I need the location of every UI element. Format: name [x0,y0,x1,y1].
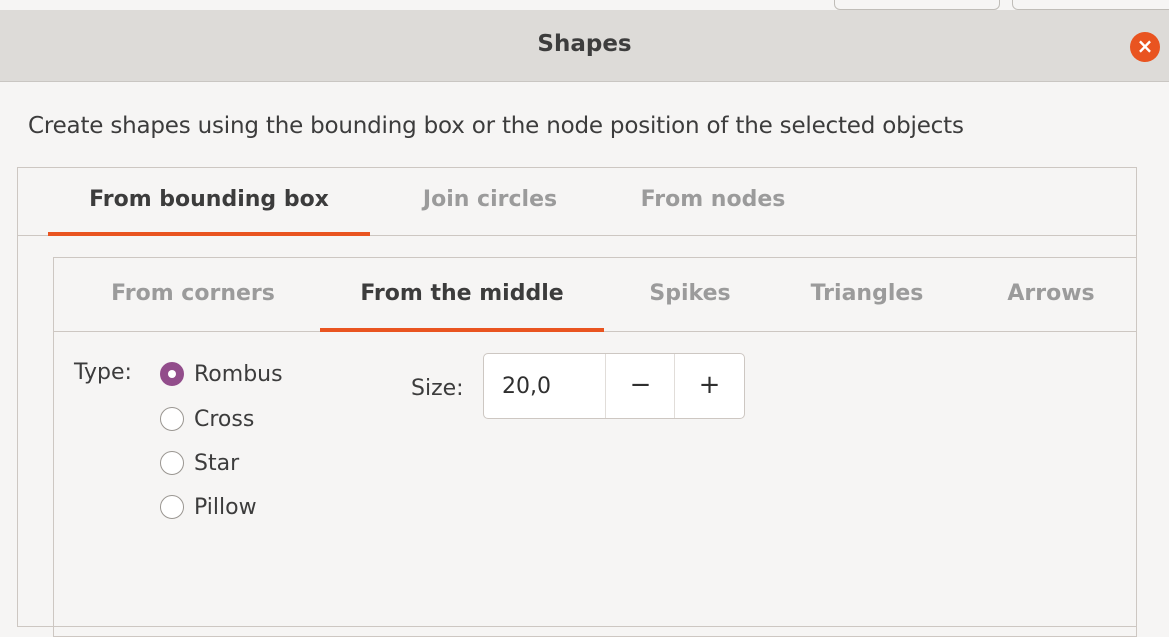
type-label: Type: [74,360,132,385]
decrement-button[interactable]: − [605,354,675,418]
size-label: Size: [411,376,464,401]
size-input[interactable]: 20,0 [502,374,551,399]
parent-window-button[interactable] [834,0,1000,10]
outer-notebook: From bounding box Join circles From node… [17,167,1137,637]
tab-spikes[interactable]: Spikes [624,258,756,332]
radio-pillow[interactable]: Pillow [160,491,257,523]
radio-cross[interactable]: Cross [160,403,254,435]
inner-tab-bar: From corners From the middle Spikes Tria… [54,258,1136,332]
size-spinbutton[interactable]: 20,0 − + [483,353,745,419]
radio-label: Star [194,450,240,476]
tab-from-corners[interactable]: From corners [78,258,308,332]
dialog-titlebar: Shapes × [0,10,1169,82]
tab-from-the-middle[interactable]: From the middle [320,258,604,332]
radio-label: Cross [194,406,255,432]
dialog-description: Create shapes using the bounding box or … [28,113,964,139]
tab-from-bounding-box[interactable]: From bounding box [48,168,370,236]
dialog-title: Shapes [537,31,632,57]
tab-join-circles[interactable]: Join circles [390,168,590,236]
inner-notebook: From corners From the middle Spikes Tria… [53,257,1137,637]
increment-button[interactable]: + [674,354,744,418]
radio-rombus[interactable]: Rombus [160,358,283,390]
tab-triangles[interactable]: Triangles [778,258,956,332]
radio-unchecked-icon[interactable] [160,407,184,431]
radio-checked-icon[interactable] [160,362,184,386]
radio-label: Rombus [194,361,283,387]
radio-unchecked-icon[interactable] [160,495,184,519]
radio-star[interactable]: Star [160,447,239,479]
tab-from-nodes[interactable]: From nodes [610,168,816,236]
parent-window-button[interactable] [1012,0,1169,10]
shapes-dialog: Shapes × Create shapes using the boundin… [0,10,1169,637]
close-icon[interactable]: × [1130,32,1160,62]
radio-unchecked-icon[interactable] [160,451,184,475]
radio-label: Pillow [194,494,257,520]
outer-tab-bar: From bounding box Join circles From node… [18,168,1136,236]
tab-arrows[interactable]: Arrows [976,258,1126,332]
